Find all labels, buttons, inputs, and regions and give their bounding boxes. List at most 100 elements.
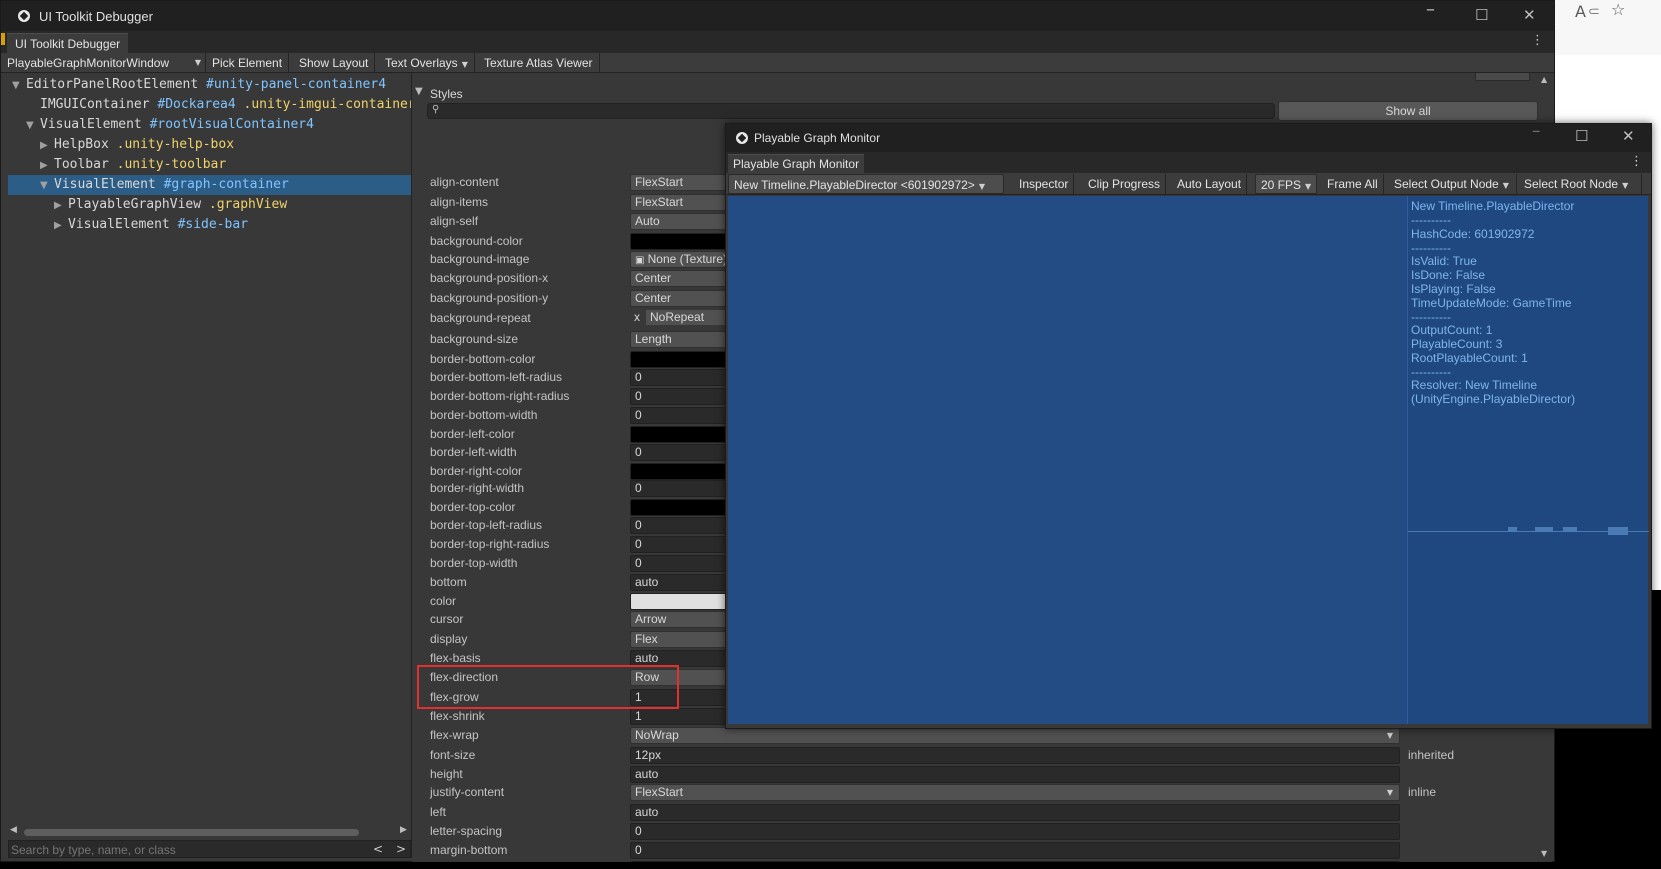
style-value-label: Center — [635, 271, 672, 285]
search-next-button[interactable]: > — [396, 842, 406, 856]
maximize-icon[interactable]: ☐ — [1475, 6, 1488, 24]
side-bar-line: ---------- — [1411, 213, 1451, 227]
style-value-dropdown[interactable]: NoWrap ▼ — [630, 727, 1400, 744]
tree-row[interactable]: ▼ VisualElement #rootVisualContainer4 — [8, 115, 411, 135]
collapse-arrow-icon: ▼ — [415, 86, 423, 97]
tree-element-type: HelpBox — [54, 137, 109, 152]
collapse-arrow-icon[interactable]: ▼ — [26, 116, 40, 136]
monitor-toolbar: New Timeline.PlayableDirector <601902972… — [726, 173, 1651, 195]
select-output-node-dropdown[interactable]: Select Output Node ▼ — [1389, 174, 1517, 194]
select-root-node-dropdown[interactable]: Select Root Node ▼ — [1519, 174, 1642, 194]
side-bar-line: (UnityEngine.PlayableDirector) — [1411, 392, 1576, 406]
tree-row[interactable]: ▶ Toolbar .unity-toolbar — [8, 155, 411, 175]
tree-element-type: EditorPanelRootElement — [26, 77, 199, 92]
show-layout-button[interactable]: Show Layout — [293, 53, 376, 73]
playable-graph-view[interactable] — [728, 196, 1407, 724]
scroll-right-icon[interactable]: ▶ — [400, 825, 407, 835]
pick-element-button[interactable]: Pick Element — [206, 53, 290, 73]
close-icon[interactable]: ✕ — [1523, 6, 1536, 24]
tab-marker — [1, 33, 5, 45]
style-source-note: inherited — [1408, 748, 1455, 762]
minimize-icon[interactable]: – — [1532, 121, 1541, 141]
style-property-name: bottom — [430, 575, 467, 589]
side-bar-tick — [1608, 527, 1628, 535]
style-value-label: Center — [635, 291, 672, 305]
tree-element-type: IMGUIContainer — [40, 97, 150, 112]
expand-arrow-icon[interactable]: ▶ — [54, 216, 68, 236]
expand-arrow-icon[interactable]: ▶ — [40, 156, 54, 176]
style-property-name: border-top-color — [430, 500, 516, 514]
tree-row[interactable]: ▼ VisualElement #graph-container — [8, 175, 411, 195]
tree-row[interactable]: ▶ VisualElement #side-bar — [8, 215, 411, 235]
style-property-row: margin-left0 — [412, 860, 1538, 862]
style-value-dropdown[interactable]: FlexStart ▼ — [630, 784, 1400, 801]
axis-prefix: x — [634, 310, 640, 324]
read-aloud-icon[interactable]: A⸦ — [1575, 0, 1602, 22]
inspector-toggle[interactable]: Inspector — [1014, 174, 1075, 194]
tree-row[interactable]: ▶ HelpBox .unity-help-box — [8, 135, 411, 155]
style-value-input[interactable]: 0 — [630, 823, 1400, 840]
expand-arrow-icon[interactable]: ▶ — [40, 136, 54, 156]
style-property-name: justify-content — [430, 785, 505, 799]
window-titlebar[interactable]: UI Toolkit Debugger – ☐ ✕ — [1, 0, 1554, 31]
side-bar-line: RootPlayableCount: 1 — [1411, 351, 1528, 365]
scroll-left-icon[interactable]: ◀ — [10, 825, 17, 835]
expand-arrow-icon[interactable]: ▶ — [54, 196, 68, 216]
maximize-icon[interactable]: ☐ — [1575, 127, 1588, 145]
style-value-input[interactable]: 0 — [630, 842, 1400, 859]
style-property-name: border-bottom-color — [430, 352, 536, 366]
minimize-icon[interactable]: – — [1426, 0, 1435, 20]
window-title: Playable Graph Monitor — [754, 131, 881, 145]
tree-row[interactable]: IMGUIContainer #Dockarea4 .unity-imgui-c… — [8, 95, 411, 115]
tab-ui-toolkit-debugger[interactable]: UI Toolkit Debugger — [7, 33, 129, 53]
tree-row[interactable]: ▼ EditorPanelRootElement #unity-panel-con… — [8, 75, 411, 95]
style-value-input[interactable]: auto — [630, 766, 1400, 783]
tree-row[interactable]: ▶ PlayableGraphView .graphView — [8, 195, 411, 215]
collapse-arrow-icon[interactable]: ▼ — [40, 176, 54, 196]
tree-element-type: PlayableGraphView — [68, 197, 202, 212]
scroll-up-icon[interactable]: ▲ — [1541, 75, 1547, 84]
director-select-dropdown[interactable]: New Timeline.PlayableDirector <601902972… — [728, 174, 1004, 194]
text-overlays-dropdown[interactable]: Text Overlays ▼ — [379, 53, 475, 73]
side-bar-tick — [1563, 527, 1577, 532]
kebab-menu-icon[interactable]: ⋮ — [1531, 33, 1544, 48]
style-property-name: border-top-left-radius — [430, 518, 543, 532]
frame-all-button[interactable]: Frame All — [1322, 174, 1384, 194]
texture-atlas-viewer-button[interactable]: Texture Atlas Viewer — [478, 53, 600, 73]
style-value-input[interactable]: 12px — [630, 747, 1400, 764]
close-icon[interactable]: ✕ — [1622, 127, 1635, 145]
tab-playable-graph-monitor[interactable]: Playable Graph Monitor — [728, 154, 865, 173]
search-prev-button[interactable]: < — [373, 842, 383, 856]
fps-dropdown[interactable]: 20 FPS ▼ — [1255, 174, 1318, 194]
style-property-name: background-size — [430, 332, 519, 346]
style-value-label: Arrow — [635, 612, 667, 626]
style-property-name: border-right-width — [430, 481, 525, 495]
chevron-down-icon: ▼ — [194, 58, 201, 67]
auto-layout-toggle[interactable]: Auto Layout — [1172, 174, 1248, 194]
style-property-name: background-image — [430, 252, 530, 266]
clip-progress-toggle[interactable]: Clip Progress — [1083, 174, 1167, 194]
scrollbar-thumb[interactable] — [24, 829, 359, 836]
style-value-input[interactable]: auto — [630, 804, 1400, 821]
tree-element-type: VisualElement — [54, 177, 156, 192]
style-value-input[interactable]: 0 — [630, 861, 1400, 862]
window-titlebar[interactable]: Playable Graph Monitor – ☐ ✕ — [726, 121, 1651, 152]
tree-search-input[interactable] — [11, 842, 351, 857]
tab-strip: UI Toolkit Debugger — [1, 31, 1554, 53]
tree-horizontal-scrollbar[interactable]: ◀ ▶ — [8, 825, 411, 838]
text-overlays-label: Text Overlays — [385, 56, 458, 70]
select-root-node-label: Select Root Node — [1524, 177, 1619, 191]
style-value-label: NoWrap — [635, 728, 679, 742]
styles-filter-input[interactable]: ⚲ — [427, 103, 1275, 119]
panel-select-dropdown[interactable]: PlayableGraphMonitorWindow ▼ — [1, 53, 206, 73]
side-bar-line: OutputCount: 1 — [1411, 323, 1493, 337]
collapsed-section-button[interactable] — [1475, 73, 1530, 81]
favorite-star-icon[interactable]: ☆ — [1611, 0, 1625, 19]
show-all-button[interactable]: Show all — [1278, 101, 1538, 121]
scroll-down-icon[interactable]: ▼ — [1541, 849, 1547, 858]
collapse-arrow-icon[interactable]: ▼ — [12, 76, 26, 96]
style-property-name: border-top-width — [430, 556, 518, 570]
kebab-menu-icon[interactable]: ⋮ — [1630, 154, 1643, 169]
chevron-down-icon: ▼ — [1502, 181, 1509, 190]
tree-element-type: Toolbar — [54, 157, 109, 172]
